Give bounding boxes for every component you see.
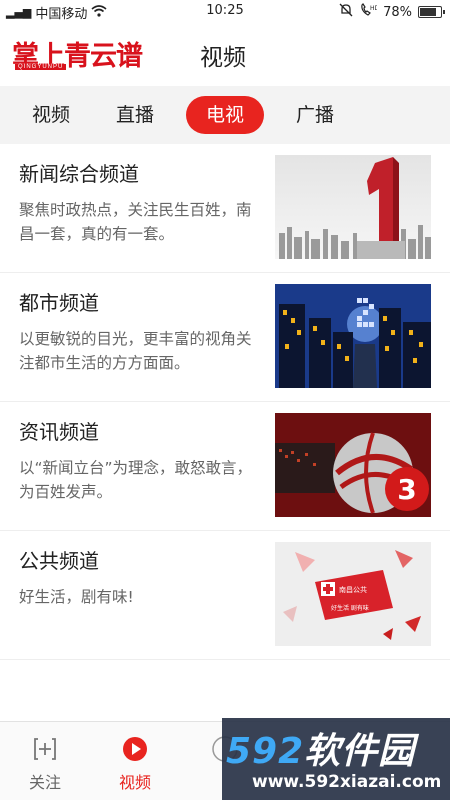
news-channel-thumbnail-image bbox=[275, 155, 431, 259]
site-watermark: 592软件园 www.592xiazai.com bbox=[222, 718, 450, 800]
mute-bell-icon bbox=[339, 3, 353, 21]
city-channel-thumbnail-image bbox=[275, 284, 431, 388]
public-channel-thumbnail-image: 南昌公共 好生活 剧有味 bbox=[275, 542, 431, 646]
watermark-url: www.592xiazai.com bbox=[252, 772, 442, 792]
battery-level bbox=[420, 8, 436, 16]
page-title: 视频 bbox=[200, 45, 246, 71]
info-channel-thumbnail-image: 3 bbox=[275, 413, 431, 517]
thumb-sign-label: 南昌公共 bbox=[339, 585, 367, 594]
status-right: HD 78% bbox=[339, 3, 445, 21]
logo-subtext: QINGYUNPU bbox=[15, 64, 67, 70]
battery-percent: 78% bbox=[383, 4, 412, 20]
channel-list: 新闻综合频道 聚焦时政热点，关注民生百姓，南昌一套，真的有一套。 都市频道 以更… bbox=[0, 144, 450, 660]
battery-icon bbox=[418, 6, 445, 18]
channel-description: 聚焦时政热点，关注民生百姓，南昌一套，真的有一套。 bbox=[19, 201, 252, 243]
channel-description: 以更敏锐的目光，更丰富的视角关注都市生活的方方面面。 bbox=[19, 330, 252, 372]
channel-description: 好生活，剧有味! bbox=[19, 588, 134, 606]
call-hd-icon: HD bbox=[359, 3, 380, 21]
svg-text:HD: HD bbox=[370, 5, 377, 12]
watermark-digits: 592 bbox=[226, 731, 305, 772]
channel-title: 公共频道 bbox=[19, 549, 99, 573]
app-logo[interactable]: 掌上青云谱 QINGYUNPU bbox=[12, 34, 154, 74]
nav-video[interactable]: 视频 bbox=[90, 722, 180, 800]
channel-row-city[interactable]: 都市频道 以更敏锐的目光，更丰富的视角关注都市生活的方方面面。 bbox=[0, 273, 450, 402]
channel-title: 资讯频道 bbox=[19, 420, 99, 444]
nav-follow[interactable]: 关注 bbox=[0, 722, 90, 800]
channel-row-public[interactable]: 公共频道 好生活，剧有味! 南昌公共 好生活 剧有味 bbox=[0, 531, 450, 660]
tab-video[interactable]: 视频 bbox=[20, 96, 82, 134]
channel-title: 都市频道 bbox=[19, 291, 99, 315]
channel-thumbnail[interactable] bbox=[275, 155, 431, 259]
channel-row-info[interactable]: 资讯频道 以“新闻立台”为理念，敢怒敢言，为百姓发声。 3 bbox=[0, 402, 450, 531]
thumb-caption-label: 好生活 剧有味 bbox=[331, 604, 369, 612]
channel-row-news[interactable]: 新闻综合频道 聚焦时政热点，关注民生百姓，南昌一套，真的有一套。 bbox=[0, 144, 450, 273]
channel-title: 新闻综合频道 bbox=[19, 162, 139, 186]
tab-tv[interactable]: 电视 bbox=[186, 96, 264, 134]
watermark-brand-text: 软件园 bbox=[304, 731, 416, 772]
channel-description: 以“新闻立台”为理念，敢怒敢言，为百姓发声。 bbox=[19, 459, 253, 501]
tab-radio[interactable]: 广播 bbox=[284, 96, 346, 134]
play-circle-icon bbox=[122, 736, 148, 762]
thumb-number-label: 3 bbox=[397, 473, 416, 506]
tab-live[interactable]: 直播 bbox=[104, 96, 166, 134]
channel-thumbnail[interactable] bbox=[275, 284, 431, 388]
nav-label: 视频 bbox=[118, 773, 151, 792]
category-tabs: 视频 直播 电视 广播 bbox=[0, 86, 450, 144]
status-bar: ▂▄▆ 中国移动 10:25 HD 78% bbox=[0, 0, 450, 24]
plus-box-icon bbox=[32, 736, 58, 762]
channel-thumbnail[interactable]: 3 bbox=[275, 413, 431, 517]
channel-thumbnail[interactable]: 南昌公共 好生活 剧有味 bbox=[275, 542, 431, 646]
watermark-brand: 592软件园 bbox=[226, 722, 415, 774]
app-header: 掌上青云谱 QINGYUNPU 视频 bbox=[0, 24, 450, 84]
nav-label: 关注 bbox=[28, 773, 61, 792]
